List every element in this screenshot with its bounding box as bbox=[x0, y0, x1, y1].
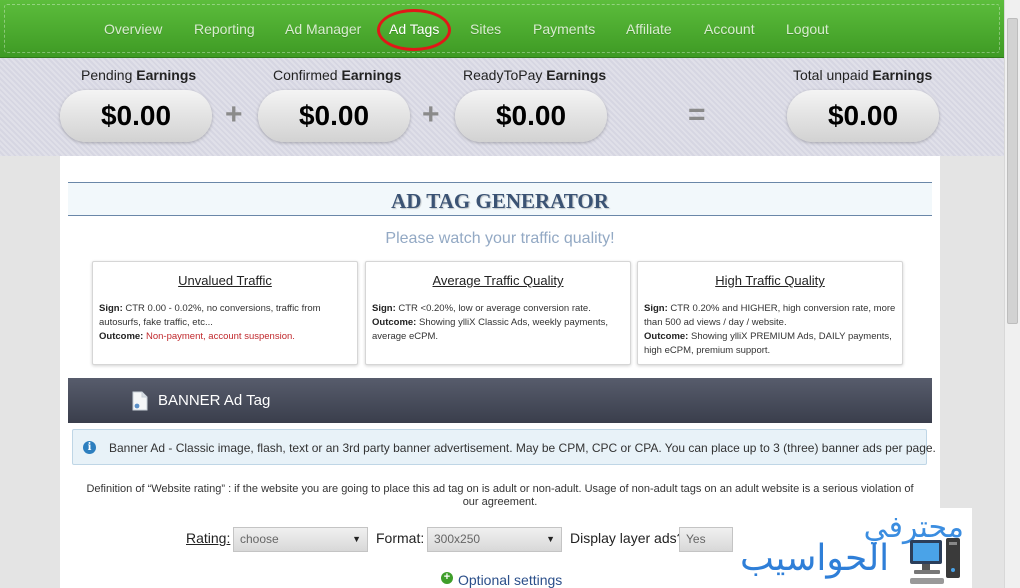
total-unpaid-earnings-suffix: Earnings bbox=[872, 67, 933, 83]
page-title: AD TAG GENERATOR bbox=[391, 189, 609, 213]
readytopay-earnings-suffix: Earnings bbox=[546, 67, 607, 83]
highlight-circle bbox=[377, 9, 451, 51]
confirmed-earnings-suffix: Earnings bbox=[341, 67, 402, 83]
banner-info-box: i Banner Ad - Classic image, flash, text… bbox=[72, 429, 936, 465]
outcome-label: Outcome: bbox=[372, 317, 417, 328]
computer-icon bbox=[910, 538, 960, 584]
readytopay-earnings-value: $0.00 bbox=[455, 90, 607, 142]
card-title: Average Traffic Quality bbox=[432, 273, 564, 288]
card-body: Sign: CTR <0.20%, low or average convers… bbox=[372, 302, 624, 344]
sign-label: Sign: bbox=[372, 303, 396, 314]
top-navigation-bar: Overview Reporting Ad Manager Ad Tags Si… bbox=[0, 0, 1004, 58]
plus-sign: + bbox=[422, 98, 440, 131]
readytopay-earnings-prefix: ReadyToPay bbox=[463, 67, 543, 83]
banner-info-text: Banner Ad - Classic image, flash, text o… bbox=[109, 441, 936, 455]
outcome-label: Outcome: bbox=[99, 331, 144, 342]
display-layer-ads-select[interactable]: Yes bbox=[679, 527, 733, 552]
sign-text: CTR <0.20%, low or average conversion ra… bbox=[398, 303, 591, 314]
info-icon: i bbox=[83, 441, 96, 454]
card-body: Sign: CTR 0.20% and HIGHER, high convers… bbox=[644, 302, 896, 358]
nav-item-sites[interactable]: Sites bbox=[470, 21, 501, 37]
rating-label: Rating: bbox=[186, 530, 231, 546]
chevron-down-icon: ▼ bbox=[546, 534, 555, 544]
watermark-logo: محترفي الحواسيب bbox=[736, 508, 972, 588]
total-unpaid-earnings-label: Total unpaid Earnings bbox=[793, 67, 932, 83]
plus-sign: + bbox=[225, 98, 243, 131]
sign-label: Sign: bbox=[644, 303, 668, 314]
page-scrollbar[interactable] bbox=[1004, 0, 1020, 588]
rating-select[interactable]: choose ▼ bbox=[233, 527, 368, 552]
display-layer-ads-value: Yes bbox=[686, 532, 706, 546]
pending-earnings-label: Pending Earnings bbox=[81, 67, 196, 83]
total-unpaid-earnings-prefix: Total unpaid bbox=[793, 67, 869, 83]
generator-title-bar: AD TAG GENERATOR bbox=[68, 182, 932, 216]
pending-earnings-prefix: Pending bbox=[81, 67, 133, 83]
outcome-text: Non-payment, account suspension. bbox=[145, 331, 295, 342]
confirmed-earnings-label: Confirmed Earnings bbox=[273, 67, 401, 83]
format-label: Format: bbox=[376, 530, 425, 546]
pending-earnings-value: $0.00 bbox=[60, 90, 212, 142]
pending-earnings-suffix: Earnings bbox=[136, 67, 197, 83]
confirmed-earnings-value: $0.00 bbox=[258, 90, 410, 142]
traffic-card-average: Average Traffic Quality Sign: CTR <0.20%… bbox=[365, 261, 631, 365]
sign-text: CTR 0.20% and HIGHER, high conversion ra… bbox=[644, 303, 896, 328]
format-select[interactable]: 300x250 ▼ bbox=[427, 527, 562, 552]
readytopay-earnings-label: ReadyToPay Earnings bbox=[463, 67, 606, 83]
confirmed-earnings-prefix: Confirmed bbox=[273, 67, 338, 83]
chevron-down-icon: ▼ bbox=[352, 534, 361, 544]
nav-item-affiliate[interactable]: Affiliate bbox=[626, 21, 672, 37]
nav-item-logout[interactable]: Logout bbox=[786, 21, 829, 37]
card-title: Unvalued Traffic bbox=[178, 273, 272, 288]
sign-label: Sign: bbox=[99, 303, 123, 314]
outcome-label: Outcome: bbox=[644, 331, 689, 342]
traffic-card-unvalued: Unvalued Traffic Sign: CTR 0.00 - 0.02%,… bbox=[92, 261, 358, 365]
logo-word-bottom: الحواسيب bbox=[740, 538, 890, 579]
display-layer-ads-label: Display layer ads? bbox=[570, 530, 685, 546]
sign-text: CTR 0.00 - 0.02%, no conversions, traffi… bbox=[99, 303, 321, 328]
nav-item-reporting[interactable]: Reporting bbox=[194, 21, 255, 37]
nav-item-overview[interactable]: Overview bbox=[104, 21, 162, 37]
plus-circle-icon[interactable]: + bbox=[441, 572, 453, 584]
nav-item-ad-manager[interactable]: Ad Manager bbox=[285, 21, 361, 37]
optional-settings-link[interactable]: Optional settings bbox=[458, 572, 562, 588]
traffic-card-high: High Traffic Quality Sign: CTR 0.20% and… bbox=[637, 261, 903, 365]
banner-ad-tag-header[interactable]: BANNER Ad Tag bbox=[68, 378, 932, 423]
total-unpaid-earnings-value: $0.00 bbox=[787, 90, 939, 142]
card-body: Sign: CTR 0.00 - 0.02%, no conversions, … bbox=[99, 302, 351, 344]
traffic-quality-subtitle: Please watch your traffic quality! bbox=[385, 230, 615, 247]
card-title: High Traffic Quality bbox=[715, 273, 825, 288]
nav-item-payments[interactable]: Payments bbox=[533, 21, 595, 37]
format-select-value: 300x250 bbox=[434, 532, 481, 546]
website-rating-definition: Definition of “Website rating” : if the … bbox=[86, 483, 914, 508]
banner-ad-tag-title: BANNER Ad Tag bbox=[158, 392, 271, 409]
scrollbar-thumb[interactable] bbox=[1007, 18, 1018, 324]
rating-select-value: choose bbox=[240, 532, 279, 546]
earnings-band: Pending Earnings $0.00 + Confirmed Earni… bbox=[0, 58, 1004, 156]
document-icon bbox=[132, 391, 148, 411]
equals-sign: = bbox=[688, 98, 706, 131]
nav-item-account[interactable]: Account bbox=[704, 21, 755, 37]
